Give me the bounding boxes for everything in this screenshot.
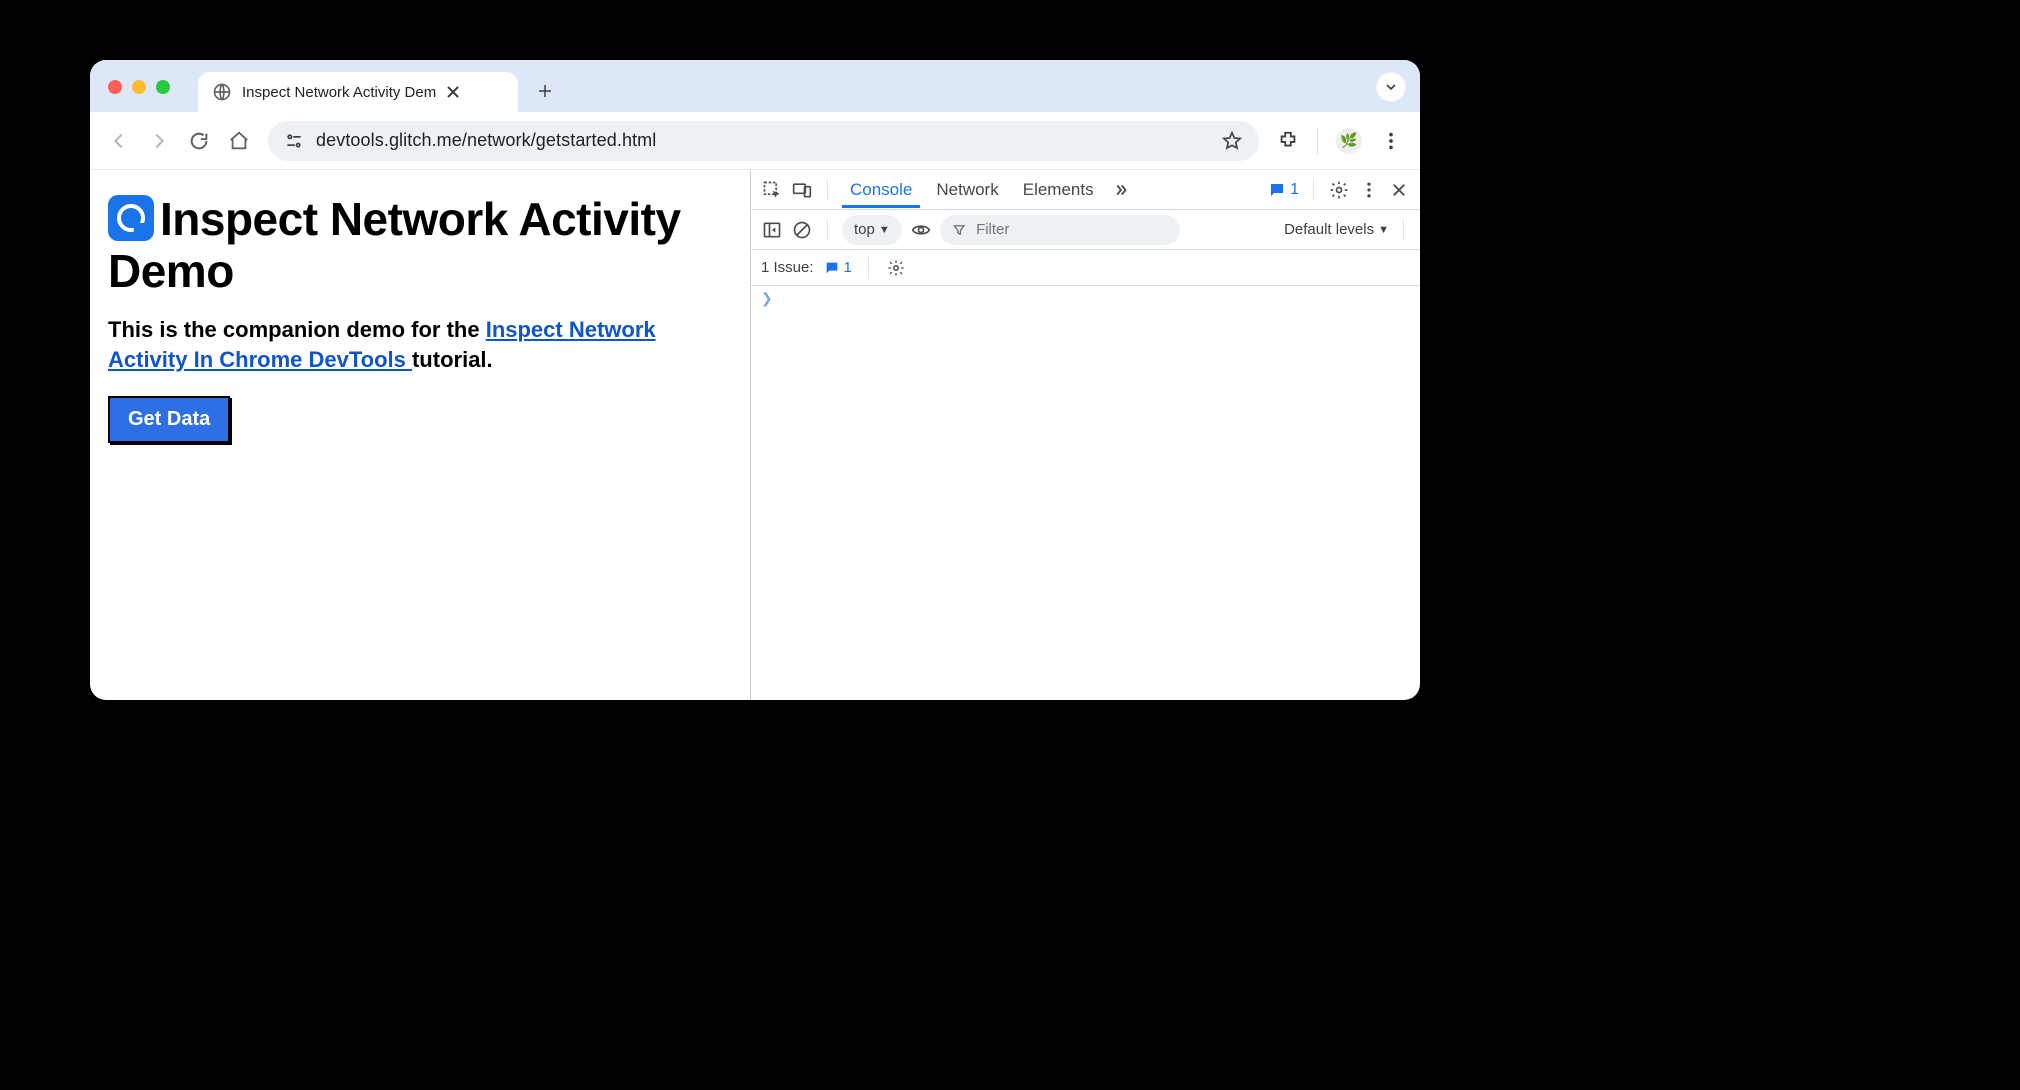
chrome-menu-button[interactable] [1380,130,1402,152]
url-text: devtools.glitch.me/network/getstarted.ht… [316,130,656,151]
context-selector[interactable]: top▼ [842,215,902,245]
device-toolbar-button[interactable] [791,179,813,201]
tab-strip: Inspect Network Activity Dem [90,60,1420,112]
issues-count-chip[interactable]: 1 [824,259,852,276]
browser-window: Inspect Network Activity Dem [90,60,1420,700]
filter-input[interactable] [974,220,1168,239]
globe-icon [212,82,232,102]
toolbar: devtools.glitch.me/network/getstarted.ht… [90,112,1420,170]
content-area: Inspect Network Activity Demo This is th… [90,170,1420,700]
close-tab-button[interactable] [446,85,460,99]
issues-label: 1 Issue: [761,259,814,276]
separator [1403,219,1404,241]
reload-button[interactable] [188,130,210,152]
console-body[interactable]: ❯ [751,286,1420,700]
separator [827,219,828,241]
issues-bar: 1 Issue: 1 [751,250,1420,286]
tab-network[interactable]: Network [928,172,1006,208]
separator [1313,179,1314,201]
back-button[interactable] [108,130,130,152]
filter-field[interactable] [940,215,1180,245]
clear-console-button[interactable] [791,219,813,241]
tab-title: Inspect Network Activity Dem [242,84,436,101]
intro-paragraph: This is the companion demo for the Inspe… [108,315,732,374]
tab-overflow-button[interactable] [1376,72,1406,102]
home-button[interactable] [228,130,250,152]
bookmark-button[interactable] [1221,130,1243,152]
window-controls [108,80,170,94]
separator [827,179,828,201]
devtools-tab-bar: Console Network Elements 1 [751,170,1420,210]
maximize-window-button[interactable] [156,80,170,94]
devtools-logo-icon [108,195,154,241]
log-levels-selector[interactable]: Default levels▼ [1284,221,1389,238]
tab-elements[interactable]: Elements [1015,172,1102,208]
profile-avatar[interactable]: 🌿 [1336,128,1362,154]
separator [1317,128,1318,154]
minimize-window-button[interactable] [132,80,146,94]
live-expression-button[interactable] [910,219,932,241]
page-heading: Inspect Network Activity Demo [108,194,732,297]
tab-console[interactable]: Console [842,172,920,208]
devtools-panel: Console Network Elements 1 [750,170,1420,700]
separator [868,257,869,279]
browser-tab[interactable]: Inspect Network Activity Dem [198,72,518,112]
console-settings-button[interactable] [885,257,907,279]
get-data-button[interactable]: Get Data [108,396,230,443]
address-bar[interactable]: devtools.glitch.me/network/getstarted.ht… [268,121,1259,161]
toggle-sidebar-button[interactable] [761,219,783,241]
console-toolbar: top▼ Default levels▼ [751,210,1420,250]
webpage: Inspect Network Activity Demo This is th… [90,170,750,700]
extensions-button[interactable] [1277,130,1299,152]
more-tabs-button[interactable] [1110,179,1132,201]
devtools-menu-button[interactable] [1358,179,1380,201]
toolbar-right: 🌿 [1277,128,1402,154]
inspect-element-button[interactable] [761,179,783,201]
site-info-icon[interactable] [284,131,304,151]
forward-button[interactable] [148,130,170,152]
new-tab-button[interactable] [528,74,562,108]
devtools-settings-button[interactable] [1328,179,1350,201]
issues-chip[interactable]: 1 [1268,181,1299,199]
console-prompt-icon: ❯ [761,290,773,306]
close-devtools-button[interactable] [1388,179,1410,201]
close-window-button[interactable] [108,80,122,94]
